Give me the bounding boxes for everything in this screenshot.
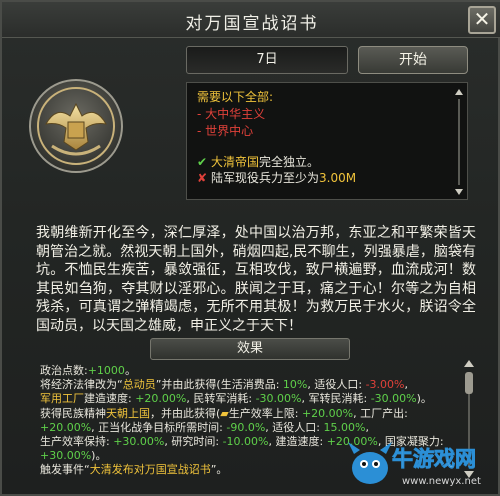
requirements-scrollbar[interactable]	[454, 89, 464, 195]
edict-description: 我朝维新开化至今，深仁厚泽，处中国以治万邦，东亚之和平繁荣皆天朝管治之就。然视天…	[36, 225, 476, 334]
check-icon: ✔	[197, 155, 208, 169]
window-title: 对万国宣战诏书	[185, 14, 319, 34]
requirements-panel: 需要以下全部: - 大中华主义 - 世界中心 ✔ 大清帝国完全独立。 ✘ 陆军现役兵…	[186, 82, 468, 200]
date-display: 7日	[186, 46, 348, 74]
watermark-url: www.newyx.net	[402, 476, 481, 487]
title-bar: 对万国宣战诏书 ✕	[2, 2, 500, 38]
requirement-item: - 大中华主义	[197, 107, 266, 121]
effect-line: 将经济法律改为“总动员”并由此获得(生活消费品: 10%, 适役人口: -3.0…	[40, 378, 408, 392]
factory-icon: ▰	[220, 406, 229, 420]
close-button[interactable]: ✕	[468, 6, 496, 34]
mascot-icon	[348, 442, 392, 484]
effect-line: +20.00%, 正当化战争目标所需时间: -90.0%, 适役人口: 15.0…	[40, 420, 369, 434]
requirements-title: 需要以下全部:	[197, 90, 274, 104]
watermark-name: 牛游戏网	[392, 447, 476, 471]
army-size-value: 3.00M	[319, 171, 357, 185]
effect-line: 军用工厂建造速度: +20.00%, 民转军消耗: -30.00%, 军转民消耗…	[40, 392, 432, 406]
effect-line: 获得民族精神天朝上国，并由此获得(▰生产效率上限: +20.00%, 工厂产出:	[40, 406, 408, 420]
condition-text: 陆军现役兵力至少为	[211, 171, 320, 185]
start-button[interactable]: 开始	[358, 46, 468, 74]
requirement-item: - 世界中心	[197, 124, 254, 138]
site-watermark: 牛游戏网 www.newyx.net	[348, 442, 481, 487]
country-name: 大清帝国	[211, 155, 260, 169]
condition-text: 完全独立。	[259, 155, 320, 169]
effects-header: 效果	[150, 338, 350, 360]
effect-line: 政治点数:+1000。	[40, 364, 136, 377]
condition-row-independence: ✔ 大清帝国完全独立。	[197, 153, 319, 170]
cross-icon: ✘	[197, 171, 208, 185]
condition-row-army: ✘ 陆军现役兵力至少为3.00M	[197, 169, 356, 186]
close-icon: ✕	[473, 7, 491, 31]
war-declaration-window: 对万国宣战诏书 ✕ 7日 开始 需要以下全部: - 大中华主义 - 世界中心 ✔…	[0, 0, 500, 496]
imperial-eagle-seal-icon	[29, 79, 123, 173]
